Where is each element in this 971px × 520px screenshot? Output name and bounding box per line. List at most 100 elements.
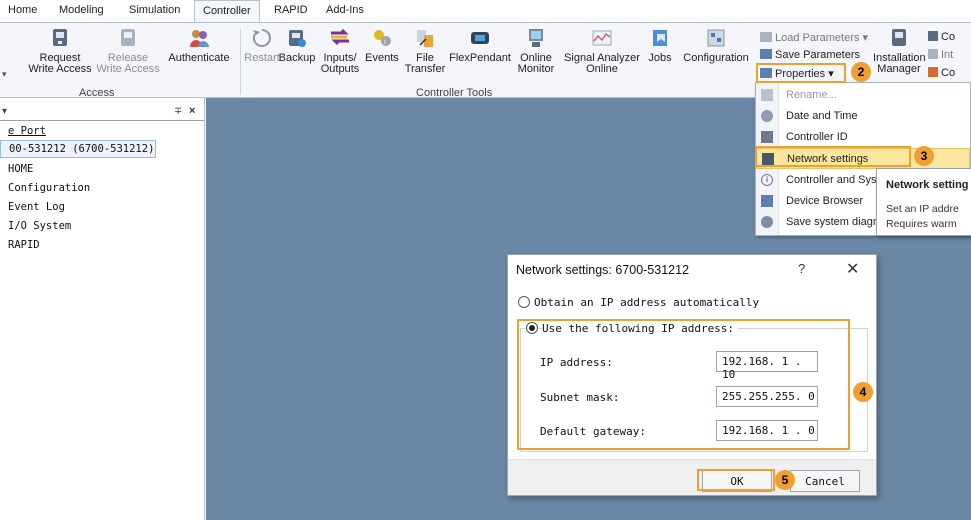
annotation-box-ok	[697, 469, 775, 491]
configuration-button[interactable]: Configuration	[676, 27, 756, 64]
tab-add-ins[interactable]: Add-Ins	[326, 4, 364, 16]
tab-simulation[interactable]: Simulation	[129, 4, 180, 16]
tab-modeling[interactable]: Modeling	[59, 4, 104, 16]
restart-button[interactable]: Restart	[242, 27, 282, 64]
release-write-access-icon	[121, 29, 135, 46]
users-icon	[190, 30, 209, 47]
annotation-box-properties	[756, 63, 846, 83]
device-browser-icon	[761, 195, 773, 207]
load-parameters-label: Load Parameters	[775, 32, 860, 44]
menu-item-rename-label: Rename...	[786, 89, 837, 101]
right-cut-icon-2	[928, 49, 938, 59]
panel-menu-arrow-icon[interactable]: ▾	[2, 106, 7, 117]
tab-home[interactable]: Home	[8, 4, 37, 16]
menu-bar: Home Modeling Simulation Controller RAPI…	[0, 0, 971, 23]
right-cut-icon-1	[928, 31, 938, 41]
controller-tree-panel: ▾ ∓ × e Port 00-531212 (6700-531212) HOM…	[0, 98, 205, 520]
signal-analyzer-online-button[interactable]: Signal Analyzer Online	[560, 27, 644, 75]
tree-item-event-log[interactable]: Event Log	[8, 201, 65, 213]
help-icon[interactable]: ?	[798, 261, 805, 276]
id-card-icon	[761, 131, 773, 143]
menu-item-controller-id[interactable]: Controller ID	[756, 127, 970, 148]
flexpendant-icon	[471, 32, 489, 44]
signal-analyzer-label-2: Online	[586, 63, 618, 75]
inputs-outputs-label-2: Outputs	[320, 63, 360, 75]
save-parameters-label: Save Parameters	[775, 49, 860, 61]
step-badge-2: 2	[851, 62, 871, 82]
dialog-footer: OK Cancel	[508, 459, 876, 495]
right-cut-button-3[interactable]: Co	[928, 67, 955, 79]
cancel-button[interactable]: Cancel	[790, 470, 860, 492]
tab-rapid[interactable]: RAPID	[274, 4, 308, 16]
restart-icon	[252, 29, 271, 47]
inputs-outputs-icon	[331, 28, 349, 46]
tree-item-port[interactable]: e Port	[8, 125, 46, 137]
online-monitor-icon	[529, 29, 543, 47]
installation-manager-icon	[892, 29, 906, 46]
radio-obtain-automatically-label: Obtain an IP address automatically	[534, 296, 760, 309]
installation-manager-label-2: Manager	[877, 63, 921, 75]
step-badge-4: 4	[853, 382, 873, 402]
right-cut-button-2[interactable]: Int	[928, 49, 953, 61]
release-write-access-button[interactable]: Release Write Access	[96, 27, 160, 75]
file-transfer-icon	[417, 30, 433, 47]
tree-item-home[interactable]: HOME	[8, 163, 33, 175]
panel-header: ▾ ∓ ×	[0, 105, 205, 120]
annotation-box-network-settings	[755, 146, 911, 167]
authenticate-button[interactable]: Authenticate	[163, 27, 235, 64]
panel-pin-icon[interactable]: ∓	[174, 106, 182, 117]
events-label: Events	[365, 52, 399, 64]
online-monitor-button[interactable]: Online Monitor	[513, 27, 559, 75]
step-badge-5: 5	[775, 470, 795, 490]
jobs-label: Jobs	[648, 52, 672, 64]
diagnostics-icon	[761, 216, 773, 228]
inputs-outputs-button[interactable]: Inputs/ Outputs	[318, 27, 362, 75]
events-button[interactable]: i Events	[362, 27, 402, 64]
tooltip-line-2: Requires warm	[886, 218, 957, 230]
request-write-access-button[interactable]: Request Write Access	[26, 27, 94, 75]
save-parameters-button[interactable]: Save Parameters	[760, 49, 860, 61]
release-write-access-label-2: Write Access	[96, 63, 160, 75]
file-transfer-label-2: Transfer	[404, 63, 446, 75]
right-cut-label-1: Co	[941, 31, 956, 43]
close-icon[interactable]: ✕	[846, 259, 859, 279]
online-monitor-label-2: Monitor	[517, 63, 555, 75]
tab-controller[interactable]: Controller	[194, 0, 260, 23]
restart-label: Restart	[244, 52, 280, 64]
signal-analyzer-icon	[592, 30, 612, 46]
tree-item-controller[interactable]: 00-531212 (6700-531212)	[0, 140, 156, 158]
menu-item-controller-id-label: Controller ID	[786, 131, 848, 143]
clock-icon	[761, 110, 773, 122]
tree-item-rapid[interactable]: RAPID	[8, 239, 40, 251]
panel-close-icon[interactable]: ×	[189, 105, 195, 117]
menu-item-date-time[interactable]: Date and Time	[756, 106, 970, 127]
flexpendant-label: FlexPendant	[449, 52, 511, 64]
jobs-button[interactable]: Jobs	[644, 27, 676, 64]
jobs-icon	[653, 30, 667, 46]
load-parameters-button[interactable]: Load Parameters ▾	[760, 31, 868, 44]
annotation-box-ip-settings	[517, 319, 850, 450]
collapse-arrow-icon: ▾	[2, 69, 7, 79]
network-settings-tooltip: Network setting Set an IP addre Requires…	[876, 168, 971, 236]
menu-item-save-diagnostics-label: Save system diagn	[786, 216, 879, 228]
ribbon-separator	[240, 29, 241, 95]
backup-button[interactable]: Backup	[277, 27, 317, 64]
radio-obtain-automatically[interactable]	[518, 296, 530, 308]
backup-icon	[289, 30, 306, 47]
rename-icon	[761, 89, 773, 101]
tooltip-line-1: Set an IP addre	[886, 203, 959, 215]
flexpendant-button[interactable]: FlexPendant	[447, 27, 513, 64]
tree-item-configuration[interactable]: Configuration	[8, 182, 90, 194]
dialog-title: Network settings: 6700-531212	[516, 263, 690, 277]
backup-label: Backup	[278, 52, 316, 64]
tree-item-io-system[interactable]: I/O System	[8, 220, 71, 232]
configuration-icon	[707, 29, 725, 47]
info-icon: i	[761, 174, 773, 186]
authenticate-label: Authenticate	[168, 52, 230, 64]
tooltip-title: Network setting	[886, 179, 969, 191]
right-cut-button-1[interactable]: Co	[928, 31, 955, 43]
file-transfer-button[interactable]: File Transfer	[403, 27, 447, 75]
installation-manager-button[interactable]: Installation Manager	[873, 27, 926, 75]
menu-item-rename[interactable]: Rename...	[756, 85, 970, 106]
menu-item-device-browser-label: Device Browser	[786, 195, 864, 207]
